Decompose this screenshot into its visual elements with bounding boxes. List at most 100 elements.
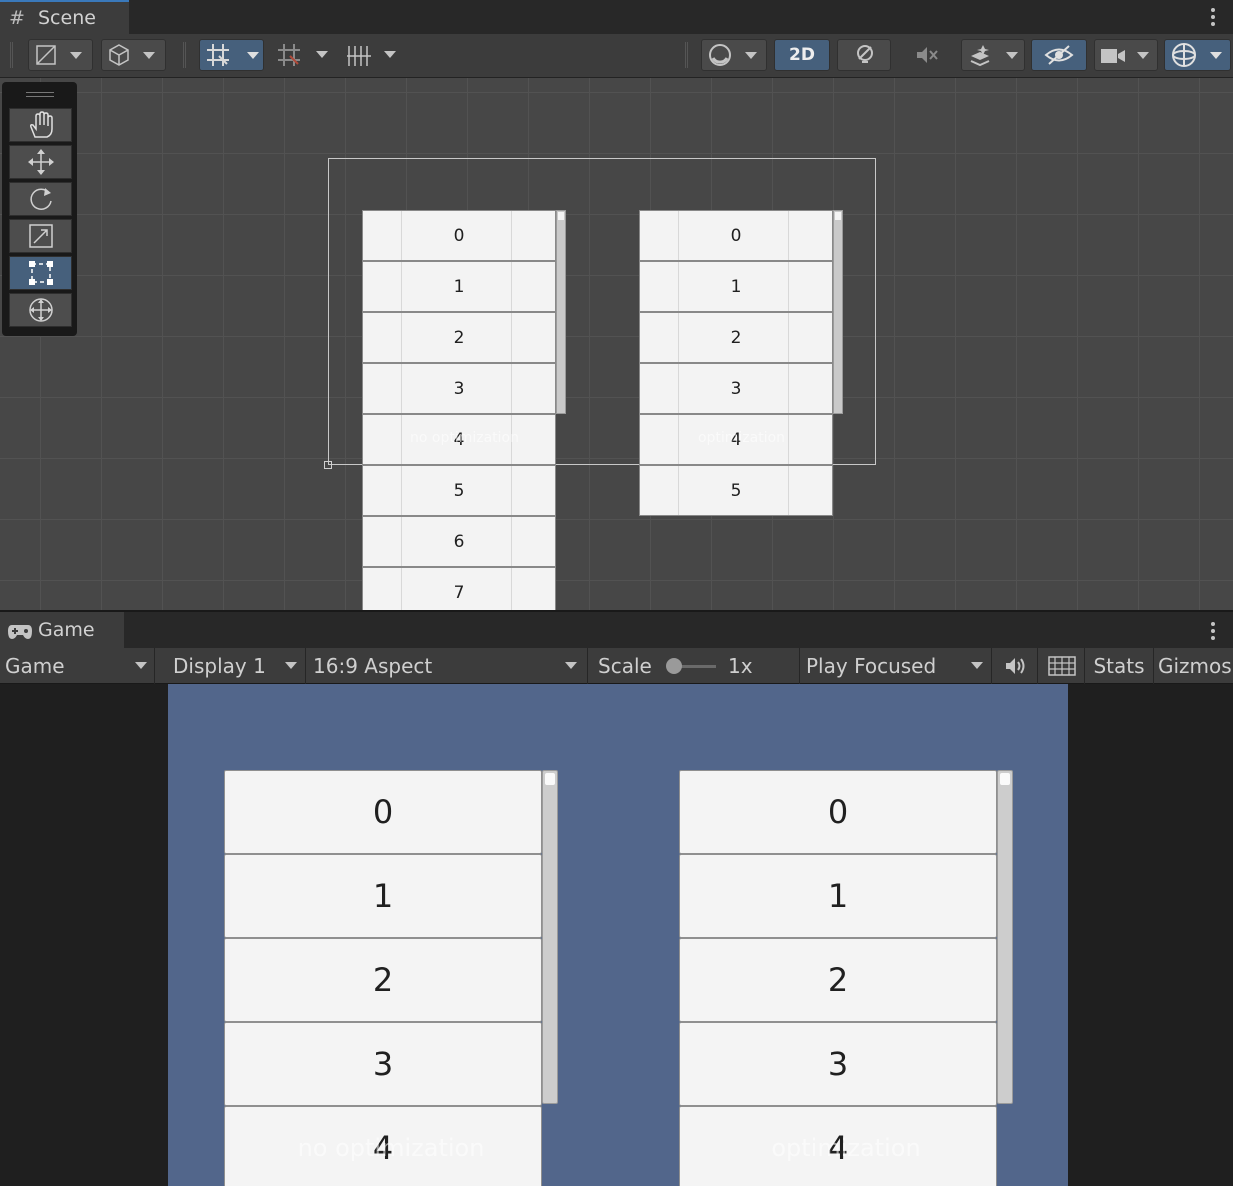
chevron-down-icon [143,52,155,59]
list-item[interactable]: 1 [224,854,542,938]
scene-tab[interactable]: # Scene [0,0,129,34]
scene-hash-icon: # [9,7,25,29]
scale-tool-button[interactable] [9,219,72,253]
scrollbar-handle[interactable] [545,773,555,785]
list-item[interactable]: 7 [362,567,556,610]
list-item[interactable]: 0 [224,770,542,854]
mute-audio-button[interactable] [992,648,1038,684]
scrollbar-handle[interactable] [835,212,841,220]
list-item[interactable]: 3 [679,1022,997,1106]
gizmos-dropdown[interactable] [1164,39,1231,71]
list-item[interactable]: 1 [639,261,833,312]
scene-viewport[interactable]: 0 1 2 3 4 5 6 7 no optimization 0 1 2 3 … [0,78,1233,610]
game-tab-label: Game [38,619,95,641]
chevron-down-icon [70,52,82,59]
draw-mode-dropdown[interactable] [28,39,93,71]
keyboard-shortcuts-button[interactable] [1038,648,1085,684]
game-tab-bar [0,610,1233,648]
effects-dropdown[interactable] [961,39,1025,71]
light-bulb-icon [857,45,873,63]
list-item[interactable]: 6 [362,516,556,567]
audio-toggle-button[interactable] [898,39,954,71]
list-item[interactable]: 1 [679,854,997,938]
chevron-down-icon [1210,52,1222,59]
list-item[interactable]: 0 [639,210,833,261]
rotate-tool-button[interactable] [9,182,72,216]
move-tool-button[interactable] [9,145,72,179]
scene-scroll-view-optimization[interactable]: 0 1 2 3 4 5 optimization [639,210,844,530]
snap-dropdown[interactable] [272,39,336,71]
game-screen: 0 1 2 3 4 no optimization 0 1 2 3 4 opti… [168,684,1068,1186]
aspect-select[interactable]: 16:9 Aspect [306,648,588,684]
chevron-down-icon [745,52,757,59]
chevron-down-icon [384,51,396,58]
overlay-label: no optimization [410,430,519,446]
stats-button[interactable]: Stats [1085,648,1154,684]
list-item[interactable]: 0 [679,770,997,854]
gizmos-button[interactable]: Gizmos [1154,648,1233,684]
list-item[interactable]: 3 [224,1022,542,1106]
scrollbar[interactable] [833,210,843,414]
scrollbar[interactable] [556,210,566,414]
gamepad-icon [8,625,32,639]
scene-tab-label: Scene [38,7,96,29]
lighting-toggle-button[interactable] [837,39,891,71]
move-arrows-icon [28,149,54,175]
display-select[interactable]: Display 1 [155,648,306,684]
scene-visibility-toggle-button[interactable] [1031,39,1087,71]
chevron-down-icon [316,51,328,58]
list-item[interactable]: 5 [639,465,833,516]
list-item[interactable]: 3 [362,363,556,414]
scale-label: Scale [598,654,652,678]
scrollbar[interactable] [997,770,1013,1104]
toolbar-separator [183,42,186,68]
list-item-label: 2 [730,328,742,348]
speaker-icon [1006,658,1025,674]
game-scroll-view-no-optimization[interactable]: 0 1 2 3 4 no optimization [224,770,558,1186]
sphere-icon [709,44,731,66]
list-item[interactable]: 2 [362,312,556,363]
transform-tool-button[interactable] [9,293,72,327]
list-item[interactable]: 2 [639,312,833,363]
play-mode-select[interactable]: Play Focused [800,648,992,684]
list-item[interactable]: 2 [679,938,997,1022]
shading-dropdown[interactable] [101,39,166,71]
grid-toggle-button[interactable] [199,39,264,71]
list-item[interactable]: 0 [362,210,556,261]
scene-scroll-view-no-optimization[interactable]: 0 1 2 3 4 5 6 7 no optimization [362,210,567,610]
chevron-down-icon [971,662,983,669]
game-tab[interactable]: Game [0,612,124,648]
toolbar-grip[interactable] [10,42,13,68]
game-scroll-view-optimization[interactable]: 0 1 2 3 4 optimization [679,770,1013,1186]
hand-tool-button[interactable] [9,108,72,142]
canvas-pivot-handle[interactable] [324,461,332,469]
list-item[interactable]: 5 [362,465,556,516]
game-view-select[interactable]: Game [0,648,155,684]
ruler-icon [347,46,371,66]
play-mode-select-value: Play Focused [806,654,937,678]
scrollbar[interactable] [542,770,558,1104]
list-item[interactable]: 2 [224,938,542,1022]
list-item[interactable]: 3 [639,363,833,414]
rect-tool-button[interactable] [9,256,72,290]
chevron-down-icon [565,662,577,669]
increment-snap-dropdown[interactable] [342,39,408,71]
2d-mode-button[interactable]: 2D [774,39,830,71]
scrollbar-handle[interactable] [558,212,564,220]
list-item-label: 3 [453,379,465,399]
scene-tools-overlay [2,82,77,336]
eye-hidden-icon [1044,45,1074,65]
game-viewport[interactable]: 0 1 2 3 4 no optimization 0 1 2 3 4 opti… [0,684,1233,1186]
toolbar-separator [685,42,688,68]
list-item-label: 1 [453,277,465,297]
overlay-drag-handle[interactable] [26,92,54,93]
overlay-label: optimization [697,430,786,446]
scale-slider-thumb[interactable] [666,658,682,674]
list-item[interactable]: 1 [362,261,556,312]
scene-camera-dropdown[interactable] [1094,39,1158,71]
gizmo-sphere-icon [1172,43,1196,67]
game-more-menu-icon[interactable] [1211,622,1215,643]
scene-more-menu-icon[interactable] [1211,8,1215,29]
scrollbar-handle[interactable] [1000,773,1010,785]
scene-visibility-dropdown[interactable] [701,39,767,71]
